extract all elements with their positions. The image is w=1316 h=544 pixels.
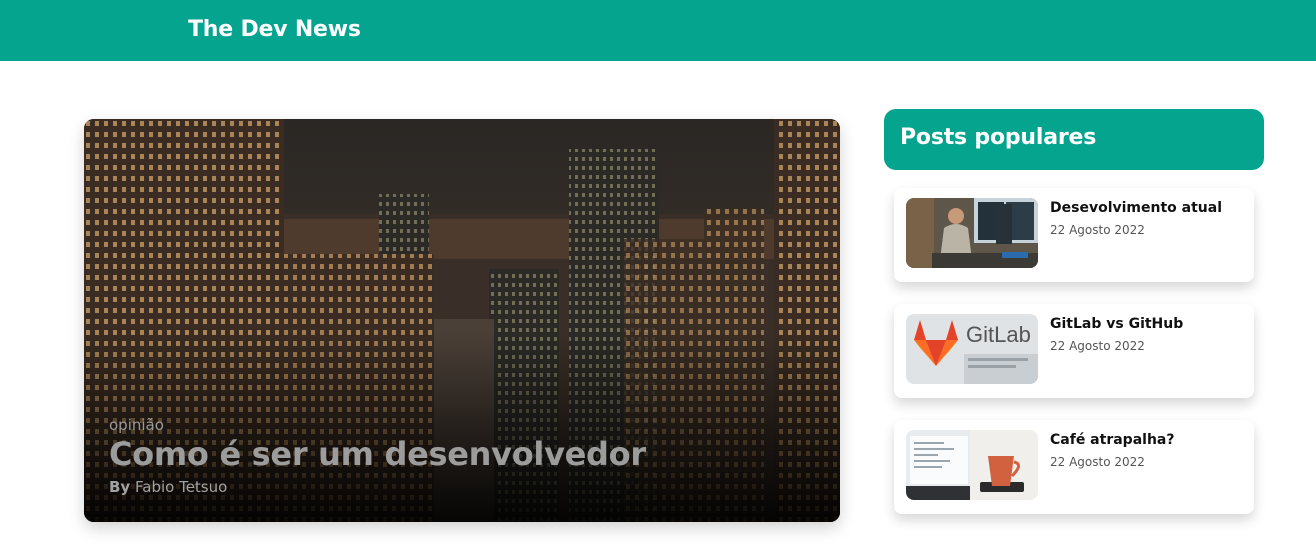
post-date: 22 Agosto 2022 xyxy=(1050,223,1145,237)
post-date: 22 Agosto 2022 xyxy=(1050,339,1145,353)
author-name: Fabio Tetsuo xyxy=(135,478,228,496)
gitlab-logo-text: GitLab xyxy=(966,322,1031,347)
post-thumbnail xyxy=(906,430,1038,500)
popular-post-card[interactable]: GitLab GitLab vs GitHub 22 Agosto 2022 xyxy=(894,304,1254,398)
post-title[interactable]: Como é ser um desenvolvedor xyxy=(109,435,646,473)
person-at-desk-image xyxy=(906,198,1038,268)
coffee-mug-laptop-image xyxy=(906,430,1038,500)
post-title[interactable]: GitLab vs GitHub xyxy=(1050,316,1183,332)
post-byline: By Fabio Tetsuo xyxy=(109,478,227,496)
post-title[interactable]: Café atrapalha? xyxy=(1050,432,1174,448)
popular-post-card[interactable]: Café atrapalha? 22 Agosto 2022 xyxy=(894,420,1254,514)
site-brand[interactable]: The Dev News xyxy=(188,17,361,42)
post-thumbnail xyxy=(906,198,1038,268)
byline-prefix: By xyxy=(109,478,131,496)
top-navbar: The Dev News xyxy=(0,0,1316,61)
featured-post-card[interactable]: opinião Como é ser um desenvolvedor By F… xyxy=(84,119,840,522)
popular-posts-header: Posts populares xyxy=(884,109,1264,170)
gitlab-logo-image: GitLab xyxy=(906,314,1038,384)
popular-post-card[interactable]: Desevolvimento atual 22 Agosto 2022 xyxy=(894,188,1254,282)
post-date: 22 Agosto 2022 xyxy=(1050,455,1145,469)
post-thumbnail: GitLab xyxy=(906,314,1038,384)
post-category: opinião xyxy=(109,416,164,434)
post-title[interactable]: Desevolvimento atual xyxy=(1050,200,1222,216)
popular-posts-title: Posts populares xyxy=(900,125,1097,150)
